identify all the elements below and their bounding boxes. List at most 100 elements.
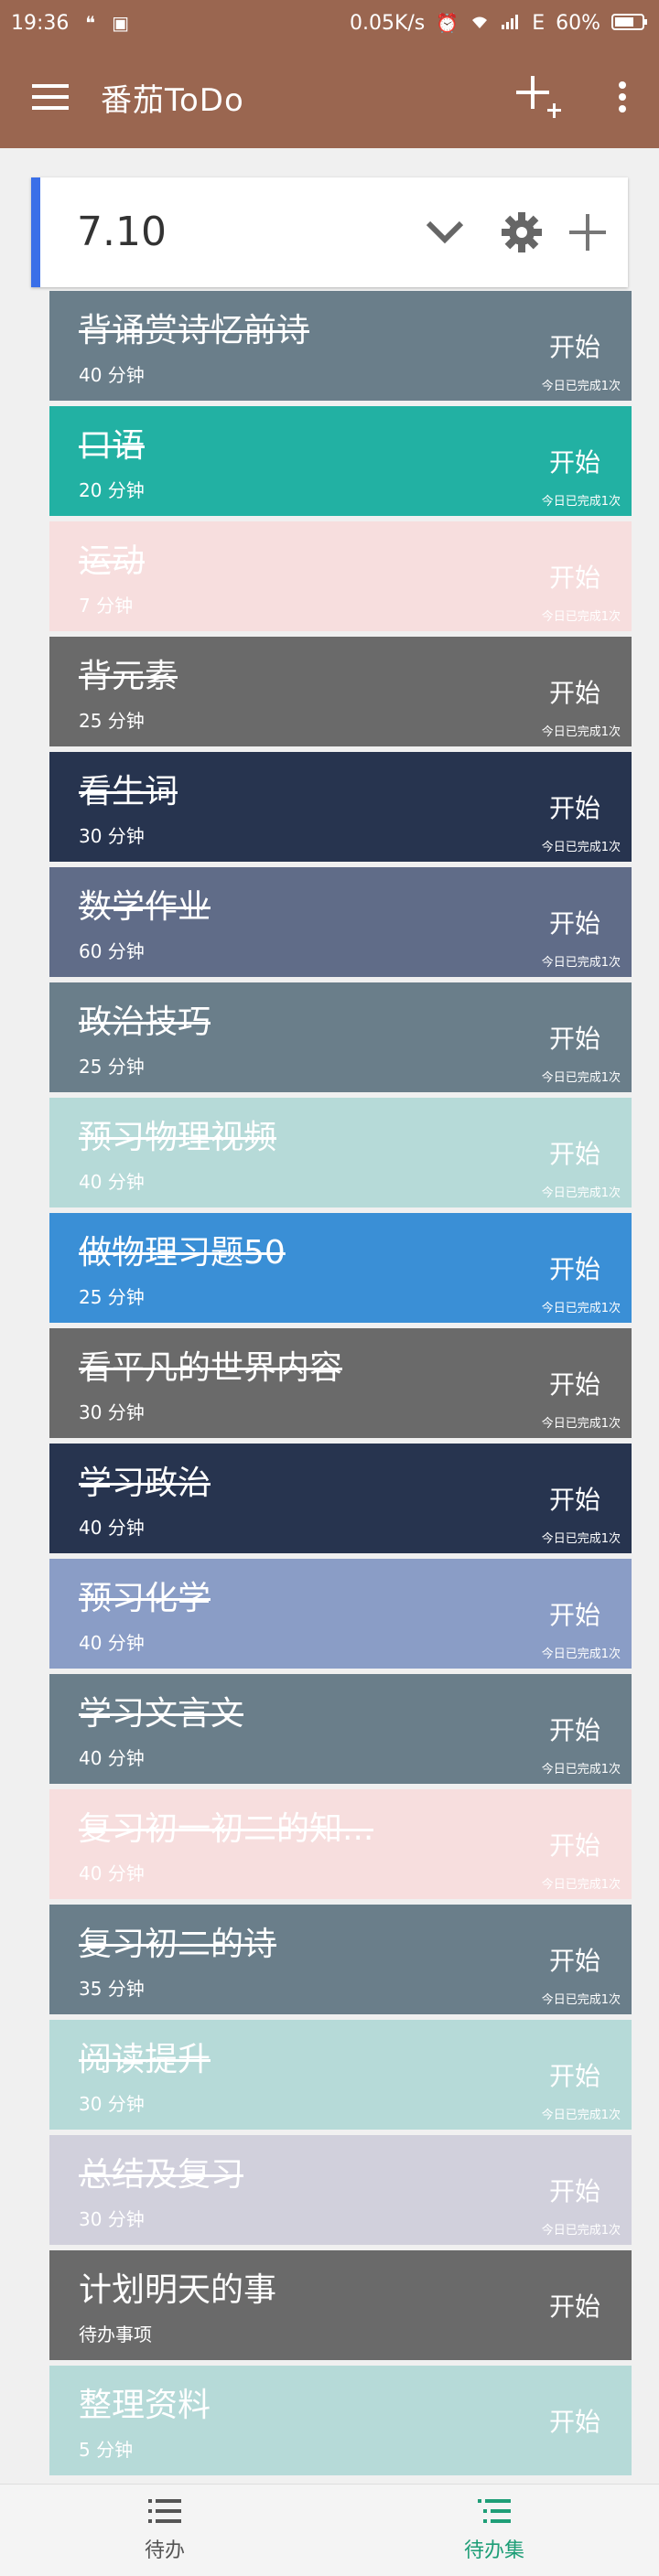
todo-item-duration: 20 分钟 [79,479,145,501]
todo-item-completed-count: 今日已完成1次 [541,1878,621,1892]
start-button[interactable]: 开始 [549,2287,600,2324]
todo-item-completed-count: 今日已完成1次 [541,1993,621,2007]
todo-item-completed-count: 今日已完成1次 [541,1071,621,1085]
todo-item[interactable]: 数学作业 60 分钟 开始 今日已完成1次 [49,867,632,977]
todo-item[interactable]: 做物理习题50 25 分钟 开始今日已完成1次 [49,1213,632,1323]
start-button[interactable]: 开始 [549,904,600,940]
start-button[interactable]: 开始 [549,1250,600,1286]
battery-icon [611,13,648,34]
collection-header-card[interactable]: 7.10 [31,177,628,287]
start-button[interactable]: 开始 [549,443,600,479]
todo-item-duration: 35 分钟 [79,1978,145,2000]
todo-item[interactable]: 预习化学 40 分钟 开始 今日已完成1次 [49,1559,632,1669]
start-button[interactable]: 开始 [549,1480,600,1517]
start-button[interactable]: 开始 [549,558,600,595]
start-button[interactable]: 开始 [549,1365,600,1401]
todo-item-duration: 40 分钟 [79,1517,145,1539]
battery-level: 60% [556,11,600,35]
todo-item-completed-count: 今日已完成1次 [541,610,621,624]
todo-item[interactable]: 总结及复习 30 分钟 开始 今日已完成1次 [49,2135,632,2245]
todo-item-name: 计划明天的事 [79,2271,277,2309]
todo-item[interactable]: 运动 7 分钟 开始今日已完成1次 [49,521,632,631]
gear-icon[interactable] [494,205,549,260]
tab-todo[interactable]: 待办 [0,2485,330,2576]
todo-item-duration: 30 分钟 [79,1401,145,1423]
todo-item[interactable]: 看平凡的世界内容 30 分钟 开始 今日已完成1次 [49,1328,632,1438]
todo-item-name: 口语 [79,427,146,465]
todo-item-completed-count: 今日已完成1次 [541,956,621,970]
todo-item-completed-count: 今日已完成1次 [541,841,621,854]
todo-item[interactable]: 整理资料 5 分钟 开始 [49,2366,632,2475]
todo-item-duration: 40 分钟 [79,1171,145,1193]
start-button[interactable]: 开始 [549,1019,600,1056]
todo-item-name: 学习文言文 [79,1695,244,1733]
todo-item-duration: 40 分钟 [79,1747,145,1769]
todo-item-name: 做物理习题50 [79,1234,286,1272]
todo-item[interactable]: 学习政治 40 分钟 开始今日已完成1次 [49,1444,632,1553]
start-button[interactable]: 开始 [549,1134,600,1171]
wifi-icon [470,14,490,33]
start-button[interactable]: 开始 [549,1595,600,1632]
tab-collection[interactable]: 待办集 [330,2485,659,2576]
start-button[interactable]: 开始 [549,1826,600,1862]
todo-item-completed-count: 今日已完成1次 [541,2109,621,2122]
todo-item[interactable]: 复习初二的诗 35 分钟 开始 今日已完成1次 [49,1905,632,2014]
todo-list-icon [148,2497,181,2528]
todo-item-completed-count: 今日已完成1次 [541,1302,621,1315]
todo-item-name: 阅读提升 [79,2041,211,2078]
todo-item[interactable]: 看生词 30 分钟 开始 今日已完成1次 [49,752,632,862]
todo-item[interactable]: 背元素 25 分钟 开始 今日已完成1次 [49,637,632,746]
start-button[interactable]: 开始 [549,2172,600,2208]
todo-item[interactable]: 学习文言文 40 分钟 开始今日已完成1次 [49,1674,632,1784]
todo-item-completed-count: 今日已完成1次 [541,1186,621,1200]
todo-item[interactable]: 政治技巧 25 分钟 开始今日已完成1次 [49,982,632,1092]
todo-item-name: 预习物理视频 [79,1119,277,1156]
app-bar: 番茄ToDo [0,46,659,148]
todo-item-duration: 40 分钟 [79,1632,145,1654]
todo-item-completed-count: 今日已完成1次 [541,2224,621,2238]
todo-item-name: 预习化学 [79,1580,211,1617]
todo-item[interactable]: 计划明天的事 待办事项 开始 [49,2250,632,2360]
hamburger-icon[interactable] [0,46,101,148]
todo-item[interactable]: 阅读提升 30 分钟 开始今日已完成1次 [49,2020,632,2130]
todo-item-name: 学习政治 [79,1465,211,1502]
todo-item-duration: 60 分钟 [79,940,145,962]
todo-item-completed-count: 今日已完成1次 [541,1532,621,1546]
start-button[interactable]: 开始 [549,673,600,710]
todo-item-completed-count: 今日已完成1次 [541,495,621,509]
todo-item-duration: 25 分钟 [79,1286,145,1308]
start-button[interactable]: 开始 [549,2056,600,2093]
app-title: 番茄ToDo [101,81,244,119]
add-icon[interactable] [560,205,615,260]
todo-item-duration: 25 分钟 [79,1056,145,1078]
todo-item-completed-count: 今日已完成1次 [541,1417,621,1431]
tab-collection-label: 待办集 [463,2539,524,2562]
more-vert-icon[interactable] [586,46,659,148]
start-button[interactable]: 开始 [549,1941,600,1978]
todo-item-completed-count: 今日已完成1次 [541,1763,621,1776]
status-time: 19:36 [11,11,70,35]
todo-item-duration: 25 分钟 [79,710,145,732]
start-button[interactable]: 开始 [549,1711,600,1747]
todo-item[interactable]: 口语 20 分钟 开始今日已完成1次 [49,406,632,516]
chevron-down-icon[interactable] [417,205,472,260]
todo-item-duration: 30 分钟 [79,2093,145,2115]
todo-list: 背诵赏诗忆前诗 40 分钟 开始 今日已完成1次 口语 20 分钟 开始 今日已完成1次 运动 7… [49,291,632,2481]
todo-item-duration: 7 分钟 [79,595,134,617]
todo-item[interactable]: 预习物理视频 40 分钟 开始今日已完成1次 [49,1098,632,1208]
todo-item-name: 运动 [79,542,146,580]
start-button[interactable]: 开始 [549,327,600,364]
todo-item-duration: 40 分钟 [79,364,145,386]
collection-accent-bar [31,177,40,287]
todo-item-name: 政治技巧 [79,1004,211,1041]
todo-item[interactable]: 背诵赏诗忆前诗 40 分钟 开始 今日已完成1次 [49,291,632,401]
todo-item-name: 复习初一初二的知... [79,1810,374,1848]
collection-list-icon [478,2497,511,2528]
todo-item-name: 总结及复习 [79,2156,244,2194]
start-button[interactable]: 开始 [549,789,600,825]
add-collection-icon[interactable] [494,46,586,148]
todo-item-name: 看生词 [79,773,178,810]
status-bar: 19:36 ❝ ▣ 0.05K/s ⏰ E 60% [0,0,659,46]
todo-item[interactable]: 复习初一初二的知... 40 分钟 开始 今日已完成1次 [49,1789,632,1899]
start-button[interactable]: 开始 [549,2402,600,2439]
